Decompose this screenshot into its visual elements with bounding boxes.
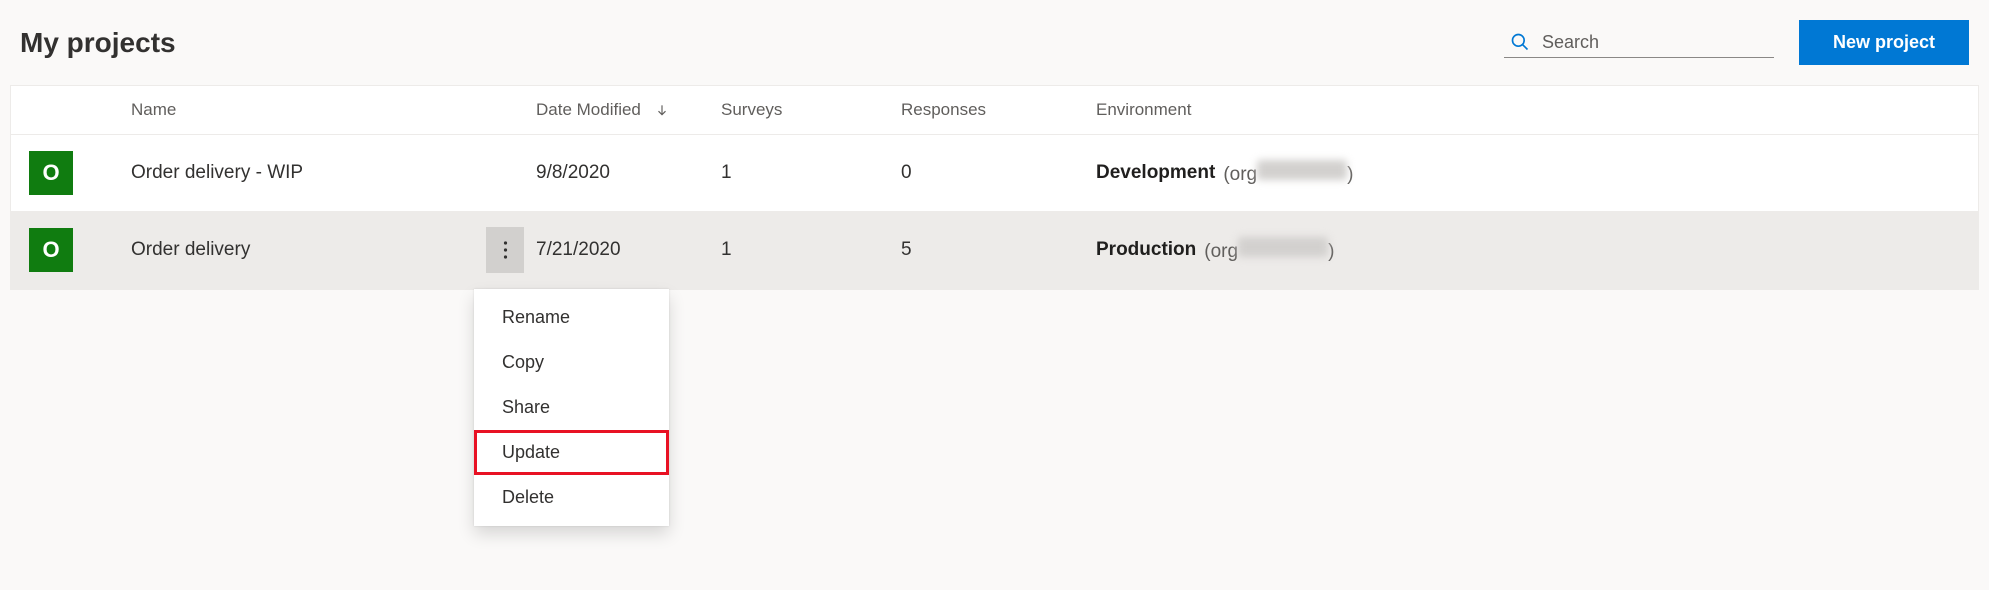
column-header-surveys[interactable]: Surveys xyxy=(721,100,901,120)
environment-cell: Development (org) xyxy=(1096,160,1978,186)
menu-item-copy[interactable]: Copy xyxy=(474,340,669,385)
menu-item-delete[interactable]: Delete xyxy=(474,475,669,520)
date-cell: 9/8/2020 xyxy=(536,162,721,184)
column-header-date-label: Date Modified xyxy=(536,100,641,120)
env-label: Production xyxy=(1096,239,1196,261)
new-project-button[interactable]: New project xyxy=(1799,20,1969,65)
table-row[interactable]: O Order delivery 7/21/2020 1 5 Productio… xyxy=(11,211,1978,289)
table-row[interactable]: O Order delivery - WIP 9/8/2020 1 0 Deve… xyxy=(11,135,1978,211)
redacted-content xyxy=(1257,160,1347,180)
column-header-date[interactable]: Date Modified xyxy=(536,100,721,120)
project-name: Order delivery - WIP xyxy=(131,162,536,184)
redacted-content xyxy=(1238,237,1328,257)
arrow-down-icon xyxy=(655,103,669,117)
responses-cell: 5 xyxy=(901,239,1096,261)
search-icon xyxy=(1510,32,1530,52)
context-menu: Rename Copy Share Update Delete xyxy=(474,289,669,526)
column-header-environment[interactable]: Environment xyxy=(1096,100,1978,120)
date-cell: 7/21/2020 xyxy=(536,239,721,261)
org-text: (org) xyxy=(1204,237,1334,263)
projects-table: Name Date Modified Surveys Responses Env… xyxy=(10,85,1979,290)
search-box[interactable] xyxy=(1504,28,1774,58)
project-name: Order delivery xyxy=(131,239,486,261)
more-vertical-icon xyxy=(503,240,508,260)
avatar: O xyxy=(29,151,73,195)
page-header: My projects New project xyxy=(10,20,1979,85)
surveys-cell: 1 xyxy=(721,239,901,261)
surveys-cell: 1 xyxy=(721,162,901,184)
search-input[interactable] xyxy=(1542,32,1768,53)
responses-cell: 0 xyxy=(901,162,1096,184)
menu-item-share[interactable]: Share xyxy=(474,385,669,430)
column-header-responses[interactable]: Responses xyxy=(901,100,1096,120)
environment-cell: Production (org) xyxy=(1096,237,1978,263)
avatar: O xyxy=(29,228,73,272)
menu-item-update[interactable]: Update xyxy=(474,430,669,475)
menu-item-rename[interactable]: Rename xyxy=(474,295,669,340)
column-header-name[interactable]: Name xyxy=(131,100,536,120)
env-label: Development xyxy=(1096,162,1215,184)
more-options-button[interactable] xyxy=(486,227,524,273)
table-header: Name Date Modified Surveys Responses Env… xyxy=(11,86,1978,135)
org-text: (org) xyxy=(1223,160,1353,186)
page-title: My projects xyxy=(20,27,176,59)
